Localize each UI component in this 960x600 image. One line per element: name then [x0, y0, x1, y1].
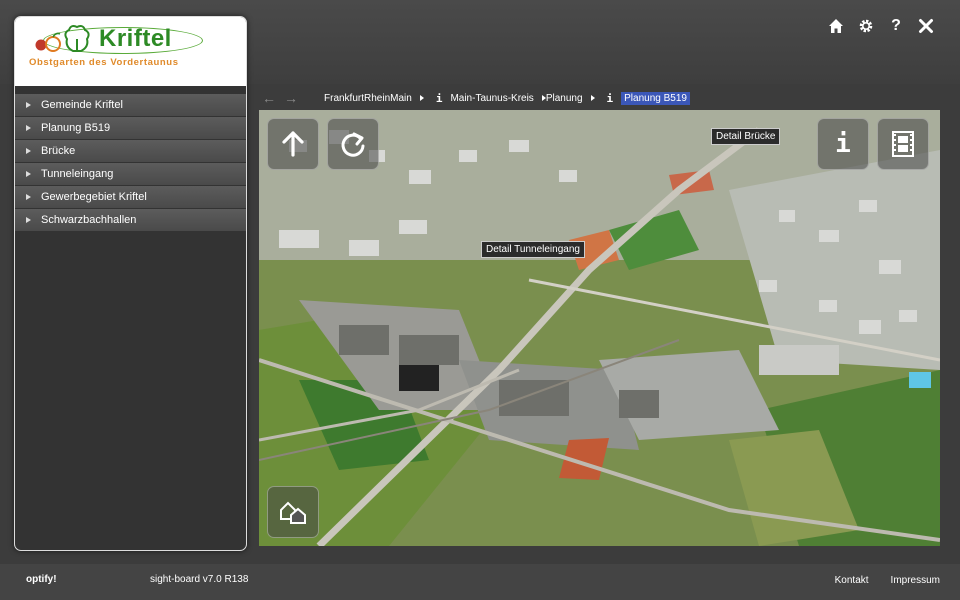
footer-brand: optify!: [26, 574, 57, 585]
sidebar-item-bruecke[interactable]: Brücke: [15, 140, 246, 162]
home-view-button[interactable]: [267, 486, 319, 538]
close-icon[interactable]: [918, 18, 934, 34]
breadcrumb-planung-b519-active[interactable]: Planung B519: [621, 91, 690, 105]
chevron-right-icon: [26, 217, 31, 223]
breadcrumb-main-taunus-kreis[interactable]: Main-Taunus-Kreis: [450, 93, 533, 104]
detail-bruecke-label[interactable]: Detail Brücke: [711, 128, 781, 145]
gear-icon[interactable]: [858, 18, 874, 34]
sidebar-panel: Kriftel Obstgarten des Vordertaunus Geme…: [14, 16, 247, 551]
sidebar-item-label: Brücke: [41, 145, 76, 157]
sidebar-item-schwarzbachhallen[interactable]: Schwarzbachhallen: [15, 209, 246, 231]
rotate-icon: [341, 132, 365, 157]
back-arrow-icon[interactable]: ←: [262, 90, 276, 106]
breadcrumb: ← → FrankfurtRheinMain i Main-Taunus-Kre…: [262, 88, 690, 108]
detail-tunneleingang-label[interactable]: Detail Tunneleingang: [481, 241, 585, 258]
breadcrumb-separator-icon: [590, 95, 595, 101]
info-icon[interactable]: i: [607, 92, 614, 105]
sidebar-item-gewerbegebiet[interactable]: Gewerbegebiet Kriftel: [15, 186, 246, 208]
sidebar-item-label: Gewerbegebiet Kriftel: [41, 191, 147, 203]
aerial-map-view[interactable]: i Detail Brücke Detail Tunneleingang: [259, 110, 940, 546]
sidebar-item-tunneleingang[interactable]: Tunneleingang: [15, 163, 246, 185]
breadcrumb-planung[interactable]: Planung: [546, 93, 583, 104]
footer: optify! sight-board v7.0 R138 Kontakt Im…: [0, 564, 960, 600]
logo-name: Kriftel: [99, 25, 172, 52]
impressum-link[interactable]: Impressum: [891, 575, 940, 586]
aerial-scene[interactable]: [259, 110, 940, 546]
sidebar-item-planung-b519[interactable]: Planung B519: [15, 117, 246, 139]
chevron-right-icon: [26, 125, 31, 131]
chevron-right-icon: [26, 171, 31, 177]
help-icon[interactable]: ?: [888, 18, 904, 34]
film-icon: [892, 131, 914, 157]
kriftel-logo: Kriftel Obstgarten des Vordertaunus: [15, 17, 246, 86]
chevron-right-icon: [26, 148, 31, 154]
houses-icon: [280, 501, 306, 524]
video-button[interactable]: [877, 118, 929, 170]
chevron-right-icon: [26, 102, 31, 108]
sidebar-item-label: Tunneleingang: [41, 168, 114, 180]
arrow-up-icon: [282, 131, 304, 157]
home-icon[interactable]: [828, 18, 844, 34]
breadcrumb-separator-icon: [419, 95, 424, 101]
fruit-logo-icon: [35, 25, 90, 52]
info-button[interactable]: i: [817, 118, 869, 170]
kontakt-link[interactable]: Kontakt: [835, 575, 869, 586]
rotate-button[interactable]: [327, 118, 379, 170]
footer-links: Kontakt Impressum: [835, 575, 940, 586]
info-icon[interactable]: i: [436, 92, 443, 105]
move-forward-button[interactable]: [267, 118, 319, 170]
sidebar-item-label: Schwarzbachhallen: [41, 214, 137, 226]
breadcrumb-frankfurtrheinmain[interactable]: FrankfurtRheinMain: [324, 93, 412, 104]
sidebar-item-label: Gemeinde Kriftel: [41, 99, 123, 111]
logo-tagline: Obstgarten des Vordertaunus: [29, 57, 179, 68]
sidebar-item-label: Planung B519: [41, 122, 111, 134]
info-icon: i: [835, 129, 851, 159]
window-controls: ?: [828, 18, 934, 34]
footer-version: sight-board v7.0 R138: [150, 574, 249, 585]
sidebar-nav: Gemeinde Kriftel Planung B519 Brücke Tun…: [15, 94, 246, 231]
forward-arrow-icon[interactable]: →: [284, 90, 298, 106]
chevron-right-icon: [26, 194, 31, 200]
sidebar-item-gemeinde-kriftel[interactable]: Gemeinde Kriftel: [15, 94, 246, 116]
